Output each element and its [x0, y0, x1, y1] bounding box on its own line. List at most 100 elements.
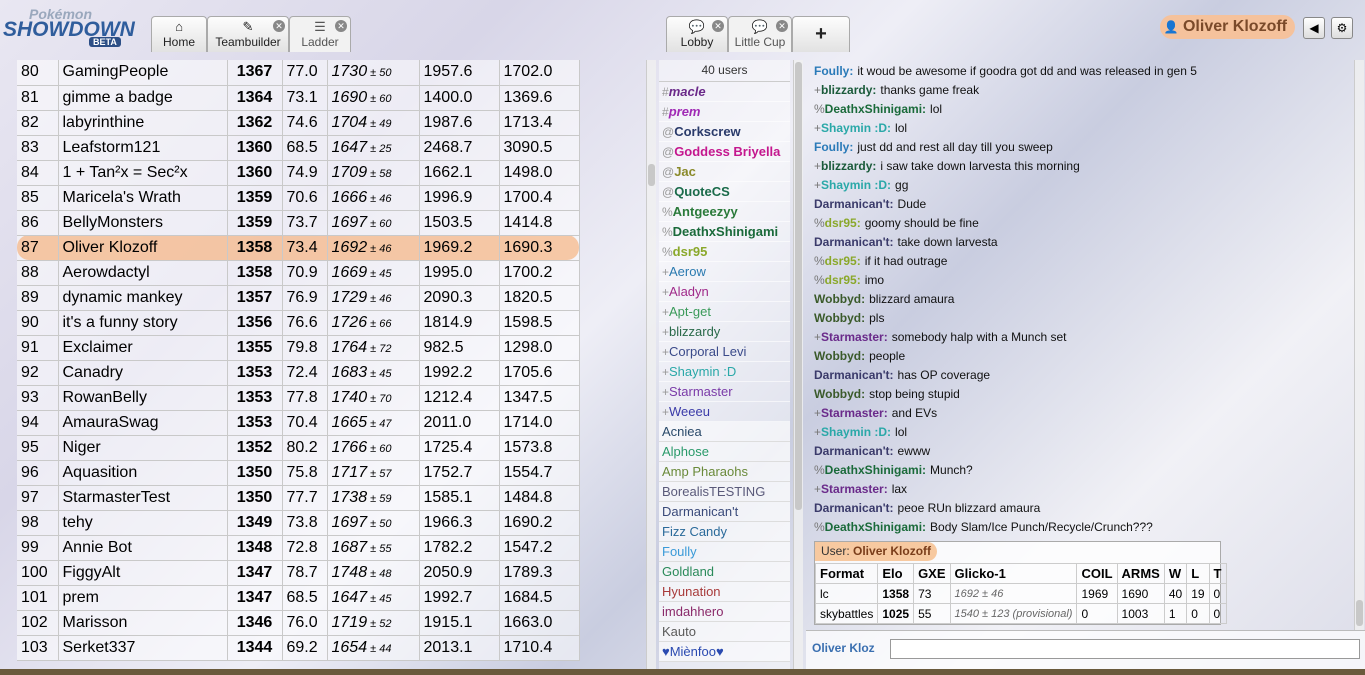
chat-username[interactable]: Darmanican't:	[814, 501, 894, 515]
userlist-item[interactable]: BorealisTESTING	[659, 482, 790, 502]
chat-username[interactable]: DeathxShinigami:	[825, 520, 926, 534]
chat-username[interactable]: dsr95:	[825, 216, 861, 230]
userlist-item[interactable]: Foully	[659, 542, 790, 562]
userlist-item[interactable]: Darmanican't	[659, 502, 790, 522]
chat-username[interactable]: blizzardy:	[821, 83, 876, 97]
username-cell[interactable]: prem	[58, 585, 228, 611]
userlist-item[interactable]: Amp Pharaohs	[659, 462, 790, 482]
close-icon[interactable]: ✕	[712, 20, 724, 32]
userlist-item[interactable]: Acniea	[659, 422, 790, 442]
chat-username[interactable]: Shaymin :D:	[821, 425, 891, 439]
tab-teambuilder[interactable]: ✎ Teambuilder ✕	[207, 16, 289, 52]
username-cell[interactable]: Canadry	[58, 360, 228, 386]
userlist-item[interactable]: %dsr95	[659, 242, 790, 262]
userlist-item[interactable]: +Starmaster	[659, 382, 790, 402]
userlist-item[interactable]: +Shaymin :D	[659, 362, 790, 382]
chat-username[interactable]: Darmanican't:	[814, 368, 894, 382]
username-cell[interactable]: Aerowdactyl	[58, 260, 228, 286]
userlist-item[interactable]: Goldland	[659, 562, 790, 582]
gear-icon[interactable]: ⚙	[1331, 17, 1353, 39]
scroll-thumb[interactable]	[648, 164, 655, 186]
username-cell[interactable]: labyrinthine	[58, 110, 228, 136]
userlist-item[interactable]: %Antgeezyy	[659, 202, 790, 222]
userlist-item[interactable]: Hyunation	[659, 582, 790, 602]
chat-username[interactable]: Starmaster:	[821, 406, 888, 420]
sound-icon[interactable]: ◀	[1303, 17, 1325, 39]
username-cell[interactable]: Exclaimer	[58, 335, 228, 361]
userlist-item[interactable]: Alphose	[659, 442, 790, 462]
username-cell[interactable]: it's a funny story	[58, 310, 228, 336]
username-cell[interactable]: GamingPeople	[58, 60, 228, 86]
userlist-item[interactable]: +Aerow	[659, 262, 790, 282]
username-cell[interactable]: Aquasition	[58, 460, 228, 486]
chat-username[interactable]: Darmanican't:	[814, 444, 894, 458]
close-icon[interactable]: ✕	[776, 20, 788, 32]
userlist-item[interactable]: +Weeeu	[659, 402, 790, 422]
scroll-thumb[interactable]	[1356, 600, 1363, 626]
userlist-item[interactable]: #macle	[659, 82, 790, 102]
username-cell[interactable]: Annie Bot	[58, 535, 228, 561]
chat-username[interactable]: Shaymin :D:	[821, 178, 891, 192]
username-cell[interactable]: RowanBelly	[58, 385, 228, 411]
username-cell[interactable]: Serket337	[58, 635, 228, 661]
chat-username[interactable]: DeathxShinigami:	[825, 463, 926, 477]
username-cell[interactable]: gimme a badge	[58, 85, 228, 111]
chat-username[interactable]: Darmanican't:	[814, 235, 894, 249]
username-cell[interactable]: Marisson	[58, 610, 228, 636]
userlist-item[interactable]: %DeathxShinigami	[659, 222, 790, 242]
chat-username[interactable]: Wobbyd:	[814, 387, 865, 401]
chat-username[interactable]: Starmaster:	[821, 482, 888, 496]
userlist-item[interactable]: imdahhero	[659, 602, 790, 622]
tab-ladder[interactable]: ☰ Ladder ✕	[289, 16, 351, 52]
userlist-item[interactable]: @QuoteCS	[659, 182, 790, 202]
chat-username[interactable]: dsr95:	[825, 254, 861, 268]
chat-username[interactable]: Wobbyd:	[814, 349, 865, 363]
userlist-item[interactable]: Kauto	[659, 622, 790, 642]
userlist-item[interactable]: +blizzardy	[659, 322, 790, 342]
username-cell[interactable]: BellyMonsters	[58, 210, 228, 236]
username-cell[interactable]: dynamic mankey	[58, 285, 228, 311]
chat-username[interactable]: Wobbyd:	[814, 292, 865, 306]
close-icon[interactable]: ✕	[335, 20, 347, 32]
userlist-item[interactable]: @Jac	[659, 162, 790, 182]
userlist-item[interactable]: +Corporal Levi	[659, 342, 790, 362]
chat-username[interactable]: Foully:	[814, 64, 853, 78]
chat-username[interactable]: Foully:	[814, 140, 853, 154]
userlist-item[interactable]: ♥Miènfoo♥	[659, 642, 790, 662]
username-cell[interactable]: Niger	[58, 435, 228, 461]
username-cell[interactable]: Leafstorm121	[58, 135, 228, 161]
close-icon[interactable]: ✕	[273, 20, 285, 32]
username-cell[interactable]: tehy	[58, 510, 228, 536]
chat-username[interactable]: Shaymin :D:	[821, 121, 891, 135]
username-cell[interactable]: AmauraSwag	[58, 410, 228, 436]
ladder-scrollbar[interactable]	[646, 60, 656, 675]
chat-input[interactable]	[890, 639, 1360, 659]
tab-home[interactable]: ⌂ Home	[151, 16, 207, 52]
chat-username[interactable]: Oliver Kloz	[812, 641, 888, 655]
userlist-scrollbar[interactable]	[793, 60, 803, 675]
username-cell[interactable]: 1 + Tan²x = Sec²x	[58, 160, 228, 186]
chat-username[interactable]: blizzardy:	[821, 159, 876, 173]
userlist-item[interactable]: @Goddess Briyella	[659, 142, 790, 162]
username-cell[interactable]: StarmasterTest	[58, 485, 228, 511]
new-tab-button[interactable]: +	[792, 16, 850, 52]
chat-username[interactable]: dsr95:	[825, 273, 861, 287]
userlist-item[interactable]: +Aladyn	[659, 282, 790, 302]
chat-scrollbar[interactable]	[1354, 60, 1364, 630]
userlist-item[interactable]: +Apt-get	[659, 302, 790, 322]
tab-little-cup[interactable]: 💬 Little Cup ✕	[728, 16, 792, 52]
logo[interactable]: Pokémon SHOWDOWN BETA	[3, 6, 148, 48]
userlist-item[interactable]: Fizz Candy	[659, 522, 790, 542]
username-cell[interactable]: Maricela's Wrath	[58, 185, 228, 211]
user-name-button[interactable]: 👤 Oliver Klozoff	[1159, 15, 1295, 39]
chat-username[interactable]: Darmanican't:	[814, 197, 894, 211]
userlist-item[interactable]: #prem	[659, 102, 790, 122]
userlist-item[interactable]: @Corkscrew	[659, 122, 790, 142]
tab-lobby[interactable]: 💬 Lobby ✕	[666, 16, 728, 52]
chat-username[interactable]: Wobbyd:	[814, 311, 865, 325]
username-cell[interactable]: Oliver Klozoff	[58, 235, 228, 261]
chat-username[interactable]: DeathxShinigami:	[825, 102, 926, 116]
user-ladder-name[interactable]: Oliver Klozoff	[853, 544, 931, 558]
chat-username[interactable]: Starmaster:	[821, 330, 888, 344]
username-cell[interactable]: FiggyAlt	[58, 560, 228, 586]
